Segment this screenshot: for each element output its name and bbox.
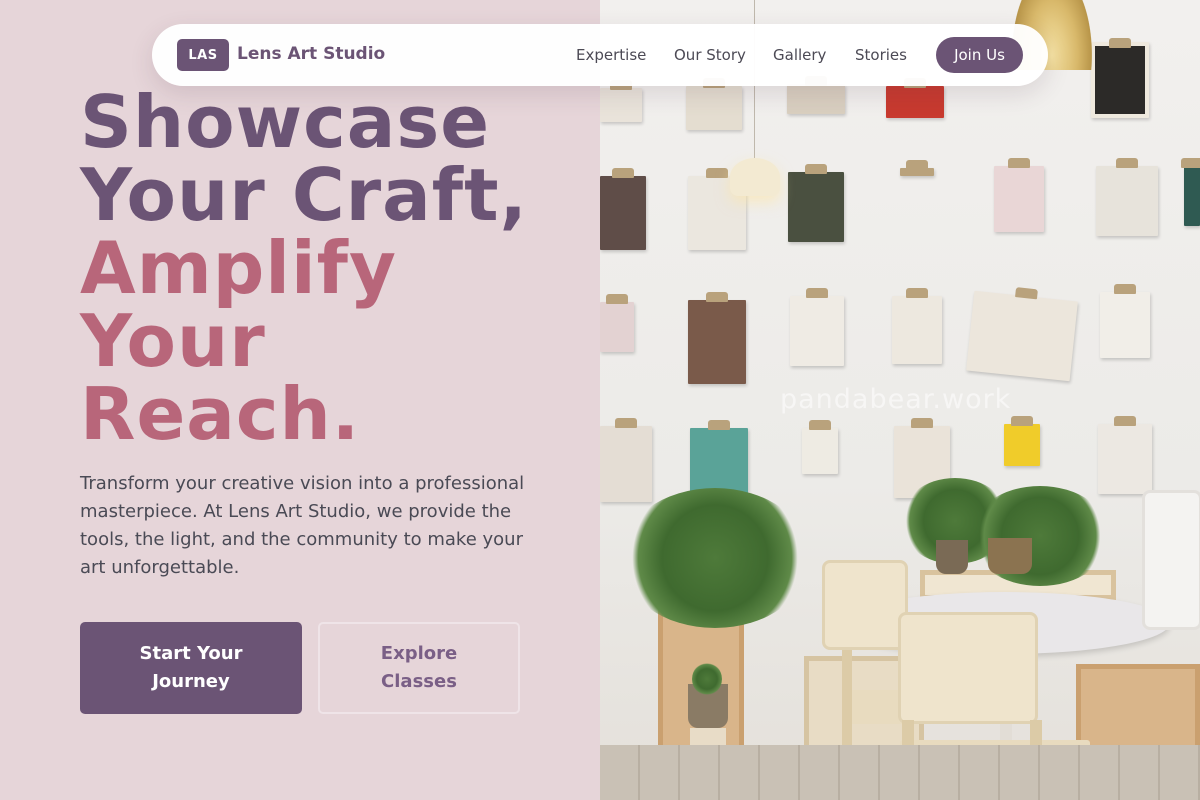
nav-link-stories[interactable]: Stories <box>855 46 907 64</box>
cactus <box>692 662 722 696</box>
plant <box>620 488 810 628</box>
explore-classes-button[interactable]: Explore Classes <box>318 622 520 714</box>
watermark: pandabear.work <box>780 384 1012 415</box>
wall-clipboard <box>966 290 1078 382</box>
wooden-floor <box>600 745 1200 800</box>
chair <box>898 612 1038 724</box>
nav-link-gallery[interactable]: Gallery <box>773 46 826 64</box>
wall-clipboard <box>892 288 942 364</box>
chair <box>822 560 908 650</box>
headline-line-5: Reach. <box>80 372 361 456</box>
wall-clipboard <box>787 76 845 114</box>
headline-line-2: Your Craft, <box>80 153 528 237</box>
wall-clipboard <box>600 418 652 502</box>
nav-link-expertise[interactable]: Expertise <box>576 46 646 64</box>
wall-clipboard <box>600 168 646 250</box>
logo-badge[interactable]: LAS <box>177 39 229 71</box>
white-chair <box>1142 490 1200 630</box>
wall-clipboard <box>688 292 746 384</box>
wall-clipboard <box>1096 158 1158 236</box>
join-us-button[interactable]: Join Us <box>936 37 1023 73</box>
hero-left-panel: Showcase Your Craft, Amplify Your Reach.… <box>0 0 600 800</box>
pendant-lamp <box>730 158 780 196</box>
headline-line-4: Your <box>80 299 266 383</box>
wall-clipboard <box>600 80 642 122</box>
wall-clipboard <box>900 160 934 176</box>
start-journey-button[interactable]: Start Your Journey <box>80 622 302 714</box>
wall-clipboard <box>886 78 944 118</box>
top-navbar: LAS Lens Art Studio Expertise Our Story … <box>152 24 1048 86</box>
nav-link-our-story[interactable]: Our Story <box>674 46 746 64</box>
wall-clipboard <box>994 158 1044 232</box>
plant-pot <box>936 540 968 574</box>
wall-clipboard <box>1181 158 1200 226</box>
brand-name[interactable]: Lens Art Studio <box>237 44 385 64</box>
wall-clipboard <box>1004 416 1040 466</box>
hero-photo: pandabear.work <box>600 0 1200 800</box>
wall-clipboard <box>1100 284 1150 358</box>
hero-headline: Showcase Your Craft, Amplify Your Reach. <box>80 86 528 451</box>
wall-clipboard <box>802 420 838 474</box>
plant-pot <box>988 538 1032 574</box>
wall-clipboard <box>686 78 742 130</box>
headline-line-1: Showcase <box>80 80 491 164</box>
wall-clipboard <box>790 288 844 366</box>
wall-clipboard <box>600 294 634 352</box>
wall-clipboard <box>1091 38 1149 118</box>
wall-clipboard <box>788 164 844 242</box>
wall-clipboard <box>1098 416 1152 494</box>
headline-line-3: Amplify <box>80 226 397 310</box>
hero-description: Transform your creative vision into a pr… <box>80 473 525 578</box>
